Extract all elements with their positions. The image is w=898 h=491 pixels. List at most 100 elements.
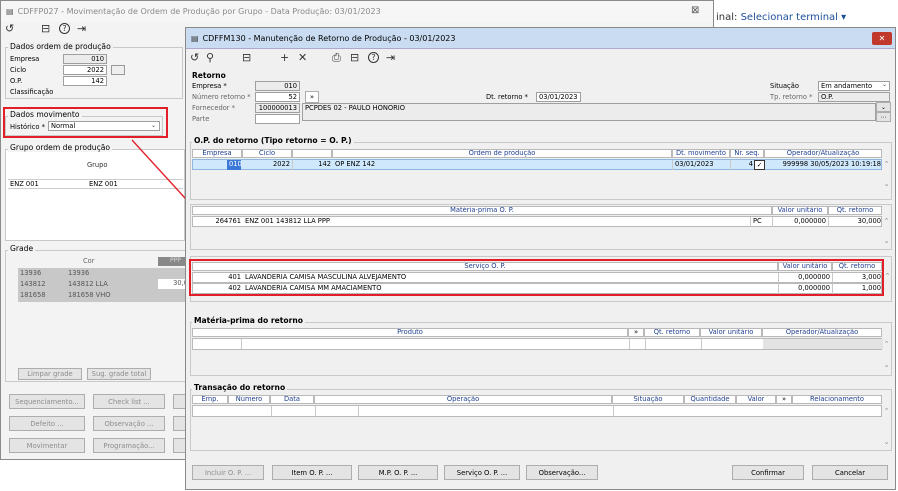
close-button[interactable]: ✕ bbox=[872, 32, 892, 45]
tr-col-data: Data bbox=[270, 395, 314, 404]
grade-cell: 13936 bbox=[20, 269, 42, 277]
tr-row[interactable] bbox=[192, 405, 882, 417]
tr-cell bbox=[271, 406, 272, 416]
print-icon[interactable]: ⎙ bbox=[332, 52, 341, 64]
mp-op-button[interactable]: M.P. O. P. ... bbox=[358, 465, 438, 480]
op-col-ordem: Ordem de produção bbox=[332, 149, 672, 158]
grupo-cell: ENZ 001 bbox=[10, 180, 39, 188]
tr-col-numero: Número bbox=[228, 395, 270, 404]
numero-field[interactable]: 52 bbox=[255, 92, 300, 102]
defeito-button[interactable]: Defeito ... bbox=[9, 416, 85, 431]
dados-ordem-title: Dados ordem de produção bbox=[8, 42, 113, 51]
chevron-down-icon[interactable]: ⌄ bbox=[882, 81, 887, 88]
mpr-col-valor: Valor unitário bbox=[700, 328, 762, 337]
mpr-col-operador: Operador/Atualização bbox=[762, 328, 882, 337]
limpar-grade-button[interactable]: Limpar grade bbox=[18, 368, 82, 380]
mp-op-code: 264761 bbox=[215, 217, 241, 225]
front-toolbar: ↺ ⚲ ⊟ + ✕ ⎙ ⊟ ? ⇥ bbox=[190, 52, 410, 66]
check-list-button[interactable]: Check list ... bbox=[93, 394, 165, 409]
sequenciamento-button[interactable]: Sequenciamento... bbox=[9, 394, 85, 409]
empresa-field[interactable]: 010 bbox=[255, 81, 300, 91]
save-icon[interactable]: ⊟ bbox=[41, 23, 50, 35]
tr-col-emp: Emp. bbox=[192, 395, 228, 404]
observacao-button[interactable]: Observação... bbox=[526, 465, 598, 480]
ciclo-field[interactable]: 2022 bbox=[63, 65, 107, 75]
op-cell-seq: 4 bbox=[748, 160, 753, 168]
help-icon[interactable]: ? bbox=[59, 23, 70, 34]
mpr-cell bbox=[241, 339, 242, 349]
scroll-down-icon[interactable]: ⌄ bbox=[882, 438, 891, 446]
cancel-button[interactable]: Cancelar bbox=[812, 465, 888, 480]
tp-retorno-field: O.P. bbox=[818, 92, 890, 102]
help-icon[interactable]: ? bbox=[368, 52, 379, 63]
tr-col-situacao: Situação bbox=[612, 395, 684, 404]
front-window: ▤ CDFFM130 - Manutenção de Retorno de Pr… bbox=[185, 27, 896, 490]
grade-col-ppp: PPP bbox=[158, 257, 188, 266]
app-icon: ▤ bbox=[6, 7, 14, 16]
grade-table: 13936 13936 143812 143812 LLA 30,0 18165… bbox=[18, 268, 188, 302]
op-check-icon[interactable]: ✓ bbox=[754, 160, 765, 170]
grade-cell[interactable]: 30,0 bbox=[158, 279, 188, 289]
calendar-icon[interactable]: ⊟ bbox=[350, 52, 359, 64]
search-icon[interactable]: ⌄ bbox=[876, 102, 891, 112]
refresh-icon[interactable]: ↺ bbox=[5, 23, 14, 35]
op-cell-op-name: OP ENZ 142 bbox=[333, 160, 673, 170]
spin-icon[interactable] bbox=[111, 65, 125, 75]
numero-search-button[interactable]: » bbox=[305, 91, 319, 103]
close-icon[interactable]: ⊠ bbox=[691, 5, 699, 16]
tr-col-search[interactable]: » bbox=[776, 395, 792, 404]
scroll-up-icon[interactable]: ⌃ bbox=[882, 160, 891, 168]
op-col-blank bbox=[292, 149, 332, 158]
movimentar-button[interactable]: Movimentar bbox=[9, 438, 85, 453]
tr-cell bbox=[613, 406, 614, 416]
situacao-select[interactable]: Em andamento bbox=[818, 81, 890, 91]
terminal-selector[interactable]: inal: Selecionar terminal ▾ bbox=[716, 12, 846, 23]
item-op-button[interactable]: Item O. P. ... bbox=[272, 465, 352, 480]
mp-op-col-qt: Qt. retorno bbox=[828, 206, 882, 215]
grupo-cell: ENZ 001 bbox=[89, 180, 118, 188]
add-icon[interactable]: + bbox=[280, 52, 289, 64]
fornecedor-code-field[interactable]: 100000013 bbox=[255, 103, 300, 113]
exit-icon[interactable]: ⇥ bbox=[77, 23, 86, 35]
search-icon[interactable]: ⚲ bbox=[206, 52, 214, 64]
save-icon[interactable]: ⊟ bbox=[242, 52, 251, 64]
servico-op-button[interactable]: Serviço O. P. ... bbox=[444, 465, 520, 480]
grade-title: Grade bbox=[8, 244, 36, 253]
op-row[interactable]: 010 2022 142 OP ENZ 142 03/01/2023 4 ✓ 9… bbox=[192, 159, 882, 170]
parte-field[interactable] bbox=[255, 114, 300, 124]
mpr-cell bbox=[645, 339, 646, 349]
mp-op-row[interactable]: 264761 ENZ 001 143812 LLA PPP PC 0,00000… bbox=[192, 216, 882, 227]
scroll-up-icon[interactable]: ⌃ bbox=[882, 217, 891, 225]
refresh-icon[interactable]: ↺ bbox=[190, 52, 199, 64]
op-retorno-title: O.P. do retorno (Tipo retorno = O. P.) bbox=[192, 136, 354, 145]
dt-retorno-label: Dt. retorno * bbox=[486, 93, 528, 101]
confirm-button[interactable]: Confirmar bbox=[732, 465, 804, 480]
op-field[interactable]: 142 bbox=[63, 76, 107, 86]
scroll-down-icon[interactable]: ⌄ bbox=[882, 361, 891, 369]
tr-col-operacao: Operação bbox=[314, 395, 612, 404]
scroll-down-icon[interactable]: ⌄ bbox=[882, 237, 891, 245]
scroll-up-icon[interactable]: ⌃ bbox=[883, 272, 892, 280]
programacao-button[interactable]: Programação... bbox=[93, 438, 165, 453]
dt-retorno-field[interactable]: 03/01/2023 bbox=[536, 92, 581, 102]
empresa-field[interactable]: 010 bbox=[63, 54, 107, 64]
select-terminal-link[interactable]: Selecionar terminal ▾ bbox=[741, 12, 847, 23]
delete-icon[interactable]: ✕ bbox=[298, 52, 307, 64]
mpr-row[interactable] bbox=[192, 338, 883, 350]
mpr-col-search[interactable]: » bbox=[628, 328, 644, 337]
observacao-button[interactable]: Observação ... bbox=[93, 416, 165, 431]
grade-cell: 13936 bbox=[68, 269, 90, 277]
scroll-up-icon[interactable]: ⌃ bbox=[882, 407, 891, 415]
sug-grade-total-button[interactable]: Sug. grade total bbox=[87, 368, 151, 380]
scroll-up-icon[interactable]: ⌃ bbox=[882, 340, 891, 348]
op-cell-op: 142 bbox=[318, 160, 331, 168]
mp-op-qt: 30,000 bbox=[857, 217, 881, 225]
tp-retorno-label: Tp. retorno * bbox=[770, 93, 813, 101]
tr-col-valor: Valor bbox=[736, 395, 776, 404]
incluir-op-button[interactable]: Incluir O. P. ... bbox=[192, 465, 264, 480]
search-icon[interactable]: ⋯ bbox=[876, 112, 891, 122]
scroll-down-icon[interactable]: ⌄ bbox=[882, 180, 891, 188]
grade-cell: 181658 bbox=[20, 291, 46, 299]
exit-icon[interactable]: ⇥ bbox=[386, 52, 395, 64]
op-label: O.P. bbox=[10, 77, 23, 85]
